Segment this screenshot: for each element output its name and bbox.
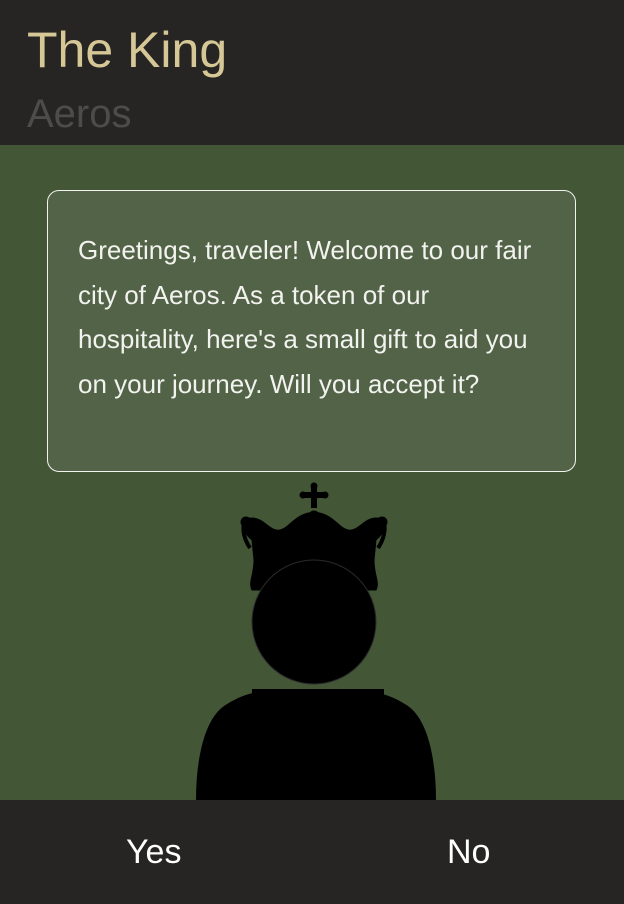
body — [196, 692, 436, 800]
header: The King Aeros — [0, 0, 624, 145]
dialogue-box: Greetings, traveler! Welcome to our fair… — [47, 190, 576, 472]
npc-name: The King — [27, 22, 228, 78]
head — [251, 559, 377, 685]
dialogue-text: Greetings, traveler! Welcome to our fair… — [78, 235, 532, 399]
no-button[interactable]: No — [312, 800, 624, 904]
dialogue-screen: The King Aeros Greetings, traveler! Welc… — [0, 0, 624, 904]
crown-cross — [299, 482, 329, 508]
location-name: Aeros — [27, 92, 132, 136]
scene: Greetings, traveler! Welcome to our fair… — [0, 145, 624, 800]
yes-button-label: Yes — [126, 832, 182, 871]
choice-bar: Yes No — [0, 800, 624, 904]
yes-button[interactable]: Yes — [0, 800, 312, 904]
no-button-label: No — [447, 832, 491, 871]
king-silhouette-icon — [196, 482, 436, 800]
